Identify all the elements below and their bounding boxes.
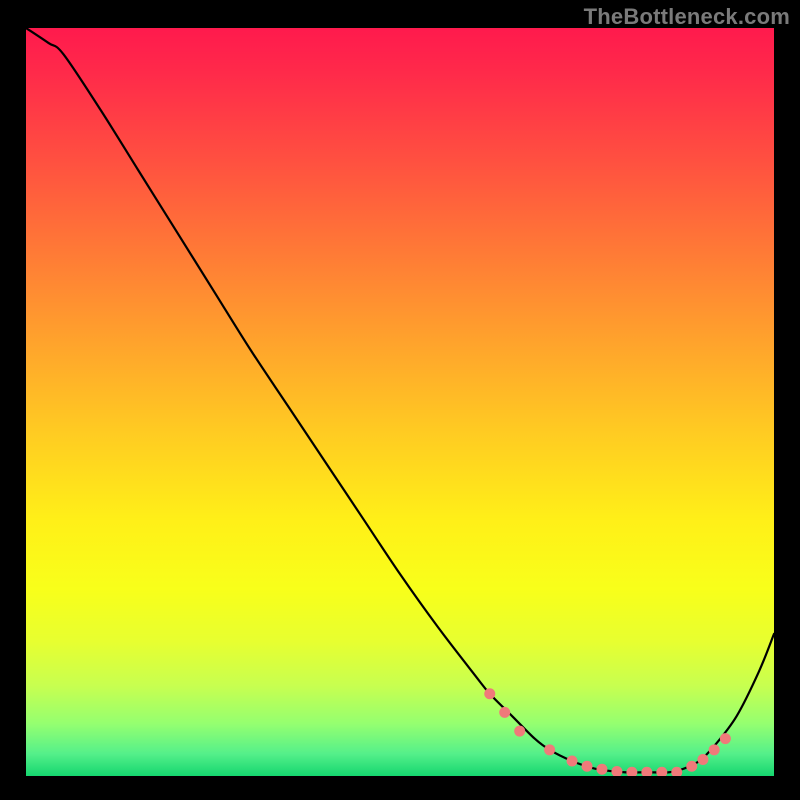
annotation-dot [544,744,555,755]
annotation-dot [582,761,593,772]
annotation-dot [567,756,578,767]
plot-area [26,28,774,776]
watermark-text: TheBottleneck.com [584,4,790,30]
gradient-background [26,28,774,776]
annotation-dot [720,733,731,744]
chart-frame: TheBottleneck.com [0,0,800,800]
plot-svg [26,28,774,776]
annotation-dot [709,744,720,755]
annotation-dot [484,688,495,699]
annotation-dot [514,726,525,737]
annotation-dot [686,761,697,772]
annotation-dot [697,754,708,765]
annotation-dot [596,764,607,775]
annotation-dot [499,707,510,718]
